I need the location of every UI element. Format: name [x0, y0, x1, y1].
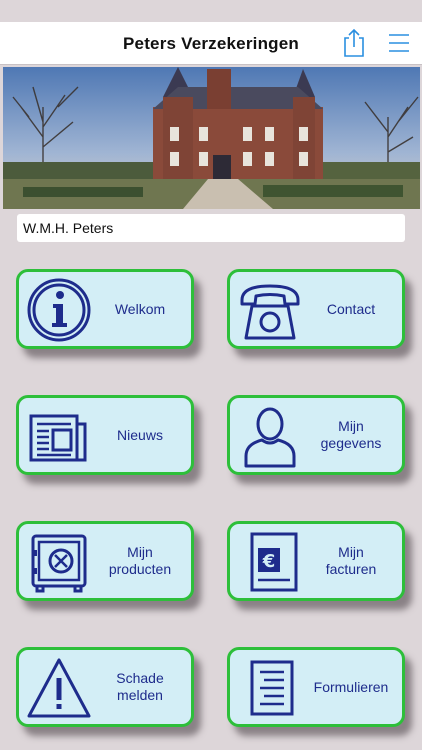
tile-label: Formulieren — [313, 678, 389, 695]
tile-label: Schade melden — [116, 670, 164, 703]
document-icon — [250, 660, 294, 716]
formulieren-button[interactable]: Formulieren — [227, 647, 405, 727]
telephone-icon — [240, 284, 300, 340]
tile-label: Nieuws — [117, 426, 163, 443]
safe-icon — [31, 534, 87, 593]
contact-button[interactable]: Contact — [227, 269, 405, 349]
welkom-button[interactable]: Welkom — [16, 269, 194, 349]
tile-label: Mijn gegevens — [320, 418, 382, 451]
user-name-field: W.M.H. Peters — [17, 214, 405, 242]
mijn-facturen-button[interactable]: € Mijn facturen — [227, 521, 405, 601]
castle-banner-image — [3, 67, 420, 209]
warning-icon — [27, 658, 91, 718]
tile-label: Mijn producten — [108, 544, 172, 577]
mijn-producten-button[interactable]: Mijn producten — [16, 521, 194, 601]
info-icon — [27, 278, 91, 342]
app-header: Peters Verzekeringen — [0, 22, 422, 65]
nieuws-button[interactable]: Nieuws — [16, 395, 194, 475]
schade-melden-button[interactable]: Schade melden — [16, 647, 194, 727]
newspaper-icon — [29, 414, 87, 462]
mijn-gegevens-button[interactable]: Mijn gegevens — [227, 395, 405, 475]
share-icon[interactable] — [341, 28, 367, 58]
hamburger-menu-icon[interactable] — [388, 32, 410, 54]
svg-text:€: € — [262, 551, 276, 572]
tile-label: Welkom — [114, 300, 166, 317]
person-icon — [244, 407, 296, 468]
tile-label: Contact — [326, 300, 376, 317]
tile-label: Mijn facturen — [325, 544, 377, 577]
invoice-euro-icon: € — [250, 532, 298, 592]
